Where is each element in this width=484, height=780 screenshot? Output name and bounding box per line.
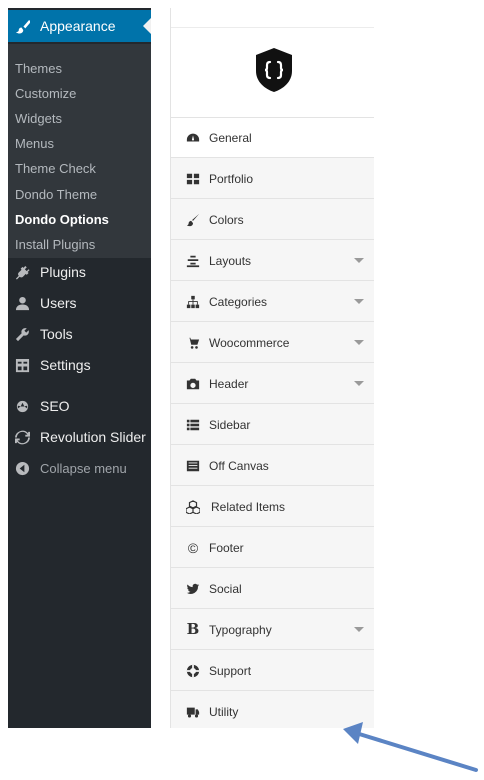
shield-braces-logo (256, 48, 292, 92)
theme-options-panel: General Portfolio Colors Layouts Categor… (170, 8, 374, 728)
menu-item-appearance[interactable]: Appearance (8, 10, 151, 42)
options-panel-header (171, 8, 374, 118)
grid-icon (185, 171, 201, 187)
settings-icon (14, 357, 30, 373)
chevron-down-icon[interactable] (354, 258, 364, 263)
option-colors[interactable]: Colors (171, 200, 374, 240)
menu-item-revolution-slider[interactable]: Revolution Slider (8, 422, 151, 452)
refresh-icon (14, 429, 30, 445)
option-label-colors: Colors (209, 212, 244, 227)
menu-label-tools: Tools (40, 326, 73, 342)
option-categories[interactable]: Categories (171, 282, 374, 322)
option-general[interactable]: General (171, 118, 374, 158)
option-header[interactable]: Header (171, 364, 374, 404)
collapse-menu-label: Collapse menu (40, 460, 127, 476)
dashboard-icon (185, 130, 201, 146)
option-social[interactable]: Social (171, 569, 374, 609)
option-label-off-canvas: Off Canvas (209, 458, 269, 473)
option-label-support: Support (209, 663, 252, 678)
submenu-item-install-plugins[interactable]: Install Plugins (15, 232, 95, 256)
option-typography[interactable]: B Typography (171, 610, 374, 650)
option-label-header: Header (209, 376, 249, 391)
brush-icon (185, 212, 201, 228)
cubes-icon (185, 499, 201, 515)
chevron-down-icon[interactable] (354, 627, 364, 632)
option-support[interactable]: Support (171, 651, 374, 691)
menu-label-appearance: Appearance (40, 18, 116, 34)
copyright-icon: © (187, 539, 199, 556)
submenu-item-themes[interactable]: Themes (15, 56, 62, 80)
option-label-woocommerce: Woocommerce (209, 335, 290, 350)
submenu-item-customize[interactable]: Customize (15, 81, 76, 105)
menu-item-seo[interactable]: SEO (8, 391, 151, 421)
option-portfolio[interactable]: Portfolio (171, 159, 374, 199)
option-label-footer: Footer (209, 540, 244, 555)
option-off-canvas[interactable]: Off Canvas (171, 446, 374, 486)
plug-icon (14, 264, 30, 280)
collapse-menu-button[interactable]: Collapse menu (8, 453, 151, 483)
camera-icon (185, 376, 201, 392)
admin-sidebar: Appearance Themes Customize Widgets Menu… (8, 8, 151, 728)
option-related-items[interactable]: Related Items (171, 487, 374, 527)
submenu-item-widgets[interactable]: Widgets (15, 106, 62, 130)
menu-label-plugins: Plugins (40, 264, 86, 280)
option-utility[interactable]: Utility (171, 692, 374, 732)
submenu-item-menus[interactable]: Menus (15, 131, 54, 155)
twitter-icon (185, 581, 201, 597)
option-label-categories: Categories (209, 294, 268, 309)
option-label-typography: Typography (209, 622, 272, 637)
lifebuoy-icon (185, 663, 201, 679)
seo-icon (14, 398, 30, 414)
menu-label-seo: SEO (40, 398, 70, 414)
option-sidebar[interactable]: Sidebar (171, 405, 374, 445)
option-label-social: Social (209, 581, 242, 596)
option-label-related-items: Related Items (211, 499, 286, 514)
menu-item-tools[interactable]: Tools (8, 319, 151, 349)
option-layouts[interactable]: Layouts (171, 241, 374, 281)
menu-label-settings: Settings (40, 357, 91, 373)
chevron-down-icon[interactable] (354, 381, 364, 386)
truck-icon (185, 704, 201, 720)
cart-icon (185, 335, 201, 351)
menu-item-plugins[interactable]: Plugins (8, 257, 151, 287)
option-label-sidebar: Sidebar (209, 417, 251, 432)
align-center-icon (185, 253, 201, 269)
menu-item-settings[interactable]: Settings (8, 350, 151, 380)
menu-label-users: Users (40, 295, 77, 311)
chevron-down-icon[interactable] (354, 340, 364, 345)
sitemap-icon (185, 294, 201, 310)
header-divider (171, 27, 374, 28)
collapse-icon (14, 460, 30, 476)
option-woocommerce[interactable]: Woocommerce (171, 323, 374, 363)
appearance-submenu: Themes Customize Widgets Menus Theme Che… (8, 44, 151, 258)
option-label-layouts: Layouts (209, 253, 252, 268)
submenu-item-dondo-theme[interactable]: Dondo Theme (15, 182, 97, 206)
menu-lines-icon (185, 458, 201, 474)
user-icon (14, 295, 30, 311)
chevron-down-icon[interactable] (354, 299, 364, 304)
option-label-utility: Utility (209, 705, 239, 719)
submenu-item-dondo-options[interactable]: Dondo Options (15, 207, 109, 231)
paintbrush-icon (14, 18, 30, 34)
option-label-portfolio: Portfolio (209, 171, 254, 186)
menu-label-revolution-slider: Revolution Slider (40, 429, 146, 445)
wrench-icon (14, 326, 30, 342)
option-label-general: General (209, 130, 252, 145)
list-icon (185, 417, 201, 433)
menu-item-users[interactable]: Users (8, 288, 151, 318)
bold-b-icon: B (186, 620, 200, 638)
option-footer[interactable]: © Footer (171, 528, 374, 568)
submenu-item-theme-check[interactable]: Theme Check (15, 156, 96, 180)
